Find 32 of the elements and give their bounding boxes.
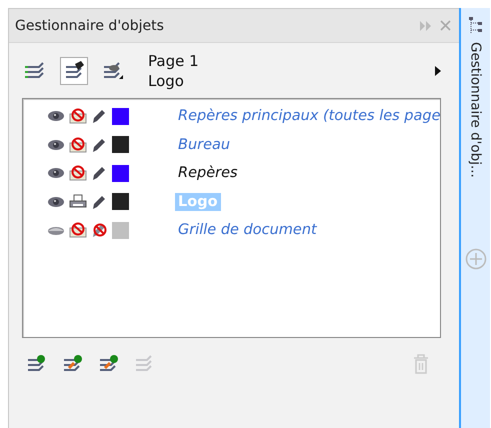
color-swatch[interactable]	[112, 108, 129, 125]
pencil-icon[interactable]	[91, 165, 107, 182]
layer-name[interactable]: Repères	[175, 164, 241, 182]
eye-icon[interactable]	[47, 138, 65, 151]
no-print-icon[interactable]	[69, 136, 87, 153]
locked-pencil-icon[interactable]	[91, 222, 107, 238]
color-swatch[interactable]	[112, 222, 129, 239]
pencil-icon[interactable]	[91, 108, 107, 124]
page-name: Page 1	[148, 51, 200, 71]
eye-icon[interactable]	[47, 167, 65, 180]
panel-title: Gestionnaire d'objets	[15, 18, 165, 34]
pencil-icon[interactable]	[91, 194, 107, 210]
printer-icon[interactable]	[69, 194, 87, 210]
layer-name[interactable]: Repères principaux (toutes les page	[175, 107, 440, 126]
layer-name[interactable]: Bureau	[175, 136, 234, 154]
current-layer: Logo	[148, 71, 185, 91]
layer-name[interactable]: Grille de document	[175, 221, 320, 240]
pencil-icon[interactable]	[91, 136, 107, 153]
closed-eye-icon[interactable]	[47, 224, 65, 236]
side-tab[interactable]: Gestionnaire d'obj...	[459, 8, 490, 428]
color-swatch[interactable]	[112, 136, 129, 154]
eye-icon[interactable]	[47, 196, 65, 208]
no-print-icon[interactable]	[69, 108, 87, 124]
no-print-icon[interactable]	[69, 165, 87, 182]
page-arrow-icon[interactable]	[435, 66, 441, 76]
side-tab-label: Gestionnaire d'obj...	[468, 42, 484, 178]
eye-icon[interactable]	[47, 110, 65, 122]
layers-edit-button[interactable]	[60, 57, 88, 85]
color-swatch[interactable]	[112, 193, 129, 210]
color-swatch[interactable]	[112, 164, 129, 182]
no-print-icon[interactable]	[69, 222, 87, 238]
object-tree-icon	[468, 16, 484, 36]
